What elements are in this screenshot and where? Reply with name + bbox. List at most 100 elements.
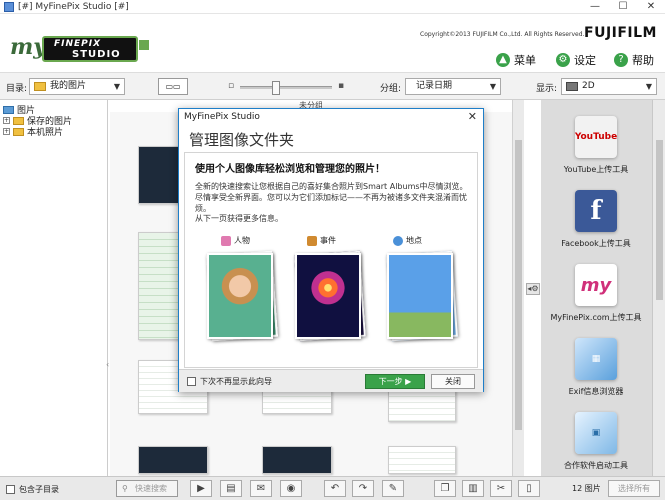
scrollbar-thumb[interactable] xyxy=(515,140,522,430)
mail-icon: ✉ xyxy=(256,483,266,494)
checkbox-box[interactable] xyxy=(6,485,15,494)
thumbnail[interactable] xyxy=(138,446,208,474)
cut-button[interactable]: ✂ xyxy=(490,480,512,497)
slideshow-icon: ▶ xyxy=(197,483,205,494)
partner-launcher-tool[interactable]: ▣ 合作软件启动工具 xyxy=(541,412,651,471)
edit-button[interactable]: ✎ xyxy=(382,480,404,497)
window-controls: — ☐ ✕ xyxy=(581,0,665,14)
disc-button[interactable]: ◉ xyxy=(280,480,302,497)
folder-icon xyxy=(34,82,46,91)
quick-search-button[interactable]: ⚲ 快速搜索 xyxy=(116,480,178,497)
rotate-left-icon: ↶ xyxy=(330,483,340,494)
dialog-subheading: 使用个人图像库轻松浏览和管理您的照片！ xyxy=(195,164,385,175)
category-label: 事件 xyxy=(320,236,336,245)
group-label: 分组: xyxy=(380,84,402,94)
category-places: 地点 xyxy=(393,235,422,246)
tool-caption: 合作软件启动工具 xyxy=(564,461,628,470)
expand-icon[interactable]: + xyxy=(3,117,10,124)
logo-box: FINEPIX STUDIO xyxy=(42,36,138,62)
rotate-left-button[interactable]: ↶ xyxy=(324,480,346,497)
display-select[interactable]: 2D ▼ xyxy=(561,78,657,95)
print-button[interactable]: ▤ xyxy=(220,480,242,497)
include-subdir-label: 包含子目录 xyxy=(19,485,59,494)
globe-icon xyxy=(393,235,403,246)
group-value: 记录日期 xyxy=(416,81,453,91)
dont-show-again-checkbox[interactable]: 下次不再显示此向导 xyxy=(187,376,272,387)
expand-icon[interactable]: + xyxy=(3,128,10,135)
thumbnail-scrollbar[interactable] xyxy=(512,100,524,476)
tree-item-local[interactable]: + 本机照片 xyxy=(3,125,63,138)
help-nav-button[interactable]: ? 帮助 xyxy=(614,52,654,68)
pictures-icon xyxy=(3,105,14,114)
gear-icon: ⚙ xyxy=(556,53,570,67)
category-events: 事件 xyxy=(307,235,336,246)
dialog-close-button[interactable]: 关闭 xyxy=(431,374,475,389)
people-photo xyxy=(207,253,273,339)
brush-icon: ✎ xyxy=(388,483,398,494)
help-label: 帮助 xyxy=(632,54,654,67)
logo-finepix: FINEPIX xyxy=(54,39,102,49)
help-icon: ? xyxy=(614,53,628,67)
maximize-button[interactable]: ☐ xyxy=(609,0,637,14)
image-count: 12 图片 xyxy=(572,484,601,493)
brand-logo: FUJIFILM xyxy=(584,25,657,41)
logo-my: my xyxy=(10,34,47,60)
slider-handle[interactable] xyxy=(272,81,280,95)
rotate-right-button[interactable]: ↷ xyxy=(352,480,374,497)
minimize-button[interactable]: — xyxy=(581,0,609,14)
slideshow-button[interactable]: ▶ xyxy=(190,480,212,497)
menu-nav-button[interactable]: ▲ 菜单 xyxy=(496,52,536,68)
close-window-button[interactable]: ✕ xyxy=(637,0,665,14)
view-mode-button[interactable]: ▭▭ xyxy=(158,78,188,95)
dialog-more-info: 从下一页获得更多信息。 xyxy=(195,214,283,223)
disc-icon: ◉ xyxy=(286,483,296,494)
rotate-right-icon: ↷ xyxy=(358,483,368,494)
youtube-upload-tool[interactable]: YouTube YouTube上传工具 xyxy=(541,116,651,175)
group-select[interactable]: 记录日期 ▼ xyxy=(405,78,501,95)
scrollbar-thumb[interactable] xyxy=(656,140,663,300)
chevron-down-icon: ▼ xyxy=(489,82,496,91)
directory-select[interactable]: 我的图片 ▼ xyxy=(29,78,125,95)
delete-button[interactable]: ▯ xyxy=(518,480,540,497)
people-icon xyxy=(221,235,231,246)
thumbnail[interactable] xyxy=(138,146,182,204)
folder-tree-panel: 图片 + 保存的图片 + 本机照片 ‹ xyxy=(0,100,109,476)
facebook-upload-tool[interactable]: f Facebook上传工具 xyxy=(541,190,651,249)
thumbnail[interactable] xyxy=(388,446,456,474)
quick-search-label: 快速搜索 xyxy=(135,484,167,493)
copy-button[interactable]: ❐ xyxy=(434,480,456,497)
right-splitter-handle[interactable]: ◂⚙ xyxy=(526,283,540,295)
tool-caption: MyFinePix.com上传工具 xyxy=(550,313,642,322)
include-subdirectory-checkbox[interactable]: 包含子目录 xyxy=(6,484,59,495)
next-button[interactable]: 下一步 ▶ xyxy=(365,374,425,389)
paste-icon: ▥ xyxy=(468,483,478,494)
grid-icon xyxy=(566,82,578,91)
myfinepix-upload-tool[interactable]: my MyFinePix.com上传工具 xyxy=(541,264,651,323)
bottom-toolbar: 包含子目录 ⚲ 快速搜索 ▶ ▤ ✉ ◉ ↶ ↷ ✎ ❐ ▥ ✂ ▯ 12 图片… xyxy=(0,476,665,500)
display-label: 显示: xyxy=(536,84,558,94)
logo-accent xyxy=(139,40,149,50)
zoom-out-icon[interactable]: ▫ xyxy=(228,81,234,91)
window-title: [#] MyFinePix Studio [#] xyxy=(18,1,129,12)
tools-scrollbar[interactable] xyxy=(652,100,665,476)
main-toolbar: 目录: 我的图片 ▼ ▭▭ ▫ ▪ 分组: 记录日期 ▼ 显示: 2D ▼ xyxy=(0,72,665,100)
email-button[interactable]: ✉ xyxy=(250,480,272,497)
thumbnail[interactable] xyxy=(262,446,332,474)
paste-button[interactable]: ▥ xyxy=(462,480,484,497)
copyright-text: Copyright©2013 FUJIFILM Co.,Ltd. All Rig… xyxy=(420,31,585,38)
launcher-icon: ▣ xyxy=(575,412,617,454)
exif-viewer-tool[interactable]: ▦ Exif信息浏览器 xyxy=(541,338,651,397)
thumbnail-size-slider[interactable] xyxy=(240,81,332,95)
dialog-close-icon[interactable]: ✕ xyxy=(468,110,477,123)
zoom-in-icon[interactable]: ▪ xyxy=(338,81,344,91)
select-all-button[interactable]: 选择所有 xyxy=(608,480,660,497)
tools-panel: YouTube YouTube上传工具 f Facebook上传工具 my My… xyxy=(541,100,665,476)
left-splitter-handle[interactable]: ‹ xyxy=(106,360,109,369)
directory-value: 我的图片 xyxy=(50,81,87,91)
app-header: my FINEPIX STUDIO Copyright©2013 FUJIFIL… xyxy=(0,14,665,72)
window-titlebar: [#] MyFinePix Studio [#] — ☐ ✕ xyxy=(0,0,665,14)
tool-caption: YouTube上传工具 xyxy=(563,165,629,174)
checkbox-box[interactable] xyxy=(187,377,196,386)
settings-nav-button[interactable]: ⚙ 设定 xyxy=(556,52,596,68)
thumbnail[interactable] xyxy=(138,232,180,340)
